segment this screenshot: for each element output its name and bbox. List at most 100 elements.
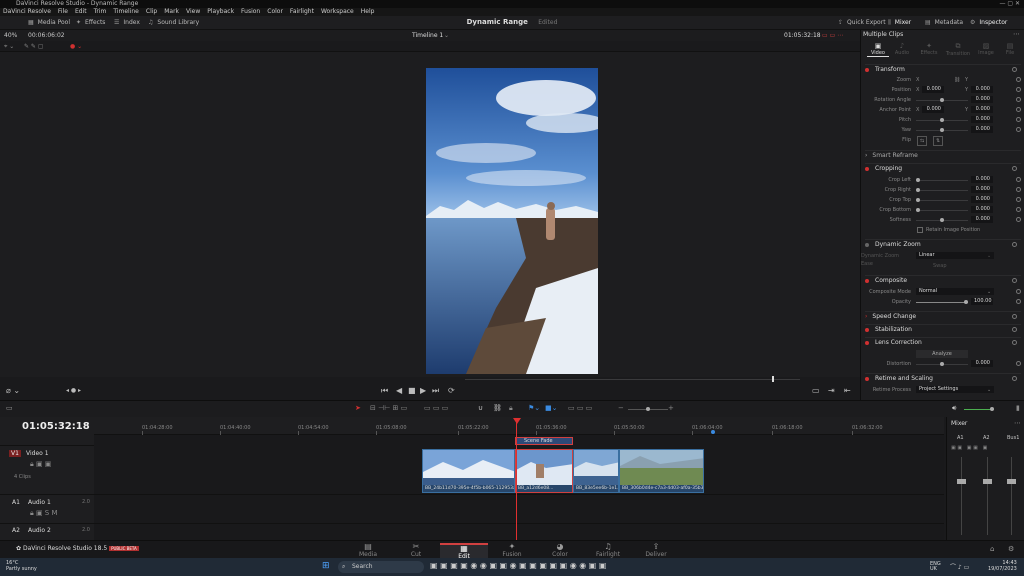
crop-top-field[interactable]: 0.000: [971, 196, 993, 203]
play-button[interactable]: ▶: [420, 383, 426, 399]
a2-tag[interactable]: A2: [12, 527, 20, 534]
menu-item[interactable]: Playback: [207, 8, 234, 15]
record-dot-icon[interactable]: ● ⌄: [70, 41, 82, 52]
slider-knob[interactable]: [916, 178, 920, 182]
reset-icon[interactable]: [1016, 217, 1021, 222]
link-icon[interactable]: ⛓: [493, 404, 502, 412]
timeline-tracks[interactable]: Scene Fade BB_24b11d70-395e-4f5b-b065-11…: [94, 417, 944, 540]
slider-knob[interactable]: [940, 128, 944, 132]
crop-top-slider[interactable]: [916, 198, 968, 202]
dz-swap-button[interactable]: Swap: [933, 262, 947, 270]
reset-icon[interactable]: [1012, 166, 1017, 171]
reset-icon[interactable]: [1016, 197, 1021, 202]
reverse-button[interactable]: ◀: [396, 383, 402, 399]
reset-icon[interactable]: [1012, 376, 1017, 381]
metadata-button[interactable]: ▤ Metadata: [925, 19, 963, 27]
crop-bottom-slider[interactable]: [916, 208, 968, 212]
reset-icon[interactable]: [1016, 187, 1021, 192]
title-clip[interactable]: Scene Fade: [515, 437, 573, 445]
menu-item[interactable]: Color: [267, 8, 283, 15]
mixer-buttons[interactable]: ▣ ▣ ▣ ▣ ▣: [951, 445, 1021, 453]
playhead-handle[interactable]: [513, 418, 521, 424]
lens-correction-section[interactable]: Lens Correction: [865, 337, 1021, 348]
softness-slider[interactable]: [916, 218, 968, 222]
volume-icon[interactable]: 🔊︎: [952, 404, 956, 413]
match-frame-icon[interactable]: ▭: [812, 383, 820, 399]
tab-file[interactable]: ▤ File: [999, 42, 1021, 56]
transform-section[interactable]: Transform: [865, 64, 1021, 75]
taskbar-search[interactable]: ⌕ Search: [338, 561, 424, 573]
scrub-bar[interactable]: [465, 379, 800, 380]
distortion-field[interactable]: 0.000: [971, 360, 993, 367]
anchor-x-field[interactable]: 0.000: [922, 106, 944, 113]
slider-knob[interactable]: [940, 218, 944, 222]
menu-item[interactable]: DaVinci Resolve: [3, 8, 51, 15]
taskbar-app-icons[interactable]: ▣ ▣ ▣ ▣ ◉ ◉ ▣ ▣ ◉ ▣ ▣ ▣ ▣ ▣ ◉ ◉ ▣ ▣: [430, 561, 606, 570]
audio-scrub-icon[interactable]: ⌀ ⌄: [6, 383, 20, 399]
system-tray-icons[interactable]: ⌒ ♪ ▭: [950, 562, 969, 571]
slider-knob[interactable]: [646, 407, 650, 411]
stabilization-section[interactable]: Stabilization: [865, 324, 1021, 335]
yaw-field[interactable]: 0.000: [971, 126, 993, 133]
menu-item[interactable]: Clip: [146, 8, 157, 15]
distortion-slider[interactable]: [916, 362, 968, 366]
fader-a2[interactable]: [983, 479, 992, 484]
reset-icon[interactable]: [1012, 314, 1017, 319]
flip-horizontal-icon[interactable]: ⇆: [917, 136, 928, 146]
menu-item[interactable]: Fairlight: [290, 8, 314, 15]
chevron-down-icon[interactable]: ⌄: [444, 30, 449, 41]
go-to-end-button[interactable]: ⏭: [432, 383, 439, 399]
track-controls-icons[interactable]: 🔒︎ ▣ S M: [30, 509, 58, 518]
crop-bottom-field[interactable]: 0.000: [971, 206, 993, 213]
go-to-start-button[interactable]: ⏮: [381, 383, 388, 399]
enable-dot-icon[interactable]: [865, 327, 869, 332]
reset-icon[interactable]: [1012, 278, 1017, 283]
analyze-button[interactable]: Analyze: [916, 350, 968, 358]
volume-slider[interactable]: [964, 407, 994, 411]
menu-item[interactable]: Trim: [94, 8, 107, 15]
enable-dot-icon[interactable]: [865, 67, 869, 72]
zoom-out-icon[interactable]: −: [618, 404, 624, 412]
page-media[interactable]: ▤ Media: [344, 543, 392, 559]
stop-button[interactable]: ■: [408, 383, 416, 399]
reset-icon[interactable]: [1016, 289, 1021, 294]
quick-export-button[interactable]: ⇪ Quick Export: [838, 19, 886, 27]
composite-mode-select[interactable]: Normal: [916, 288, 994, 295]
menu-item[interactable]: Timeline: [113, 8, 139, 15]
page-cut[interactable]: ✂ Cut: [392, 543, 440, 559]
video-clip[interactable]: BB_24b11d70-395e-4f5b-b065-112953a8...: [422, 449, 515, 493]
more-options-icon[interactable]: ⋯: [1014, 419, 1021, 427]
playhead[interactable]: [516, 419, 517, 540]
audio-meter-icon[interactable]: ▮: [1016, 404, 1020, 412]
timeline-marker[interactable]: [711, 430, 715, 434]
layout-icon[interactable]: ▭: [6, 404, 13, 412]
prev-edit-icon[interactable]: ⇤: [844, 383, 851, 399]
next-edit-icon[interactable]: ⇥: [828, 383, 835, 399]
reset-icon[interactable]: [1016, 127, 1021, 132]
viewer-options-icons[interactable]: ▭ ▭ ⋯: [822, 30, 843, 41]
smart-reframe-section[interactable]: › Smart Reframe: [865, 150, 1021, 161]
fader-a1[interactable]: [957, 479, 966, 484]
window-controls[interactable]: — ▢ ✕: [999, 0, 1020, 8]
loop-button[interactable]: ⟳: [448, 383, 455, 399]
menu-item[interactable]: File: [58, 8, 68, 15]
retain-checkbox[interactable]: [917, 227, 923, 233]
retime-section[interactable]: Retime and Scaling: [865, 373, 1021, 384]
cropping-section[interactable]: Cropping: [865, 163, 1021, 174]
windows-start-icon[interactable]: ⊞: [322, 561, 330, 571]
slider-knob[interactable]: [940, 118, 944, 122]
menu-item[interactable]: Edit: [75, 8, 87, 15]
composite-section[interactable]: Composite: [865, 275, 1021, 286]
inspector-button[interactable]: ⚙ Inspector: [970, 19, 1007, 27]
slider-knob[interactable]: [940, 98, 944, 102]
reset-icon[interactable]: [1016, 207, 1021, 212]
tab-transition[interactable]: ⧉ Transition: [943, 42, 973, 57]
transform-tool-icon[interactable]: ⌖ ⌄: [4, 41, 14, 52]
menu-item[interactable]: Help: [361, 8, 375, 15]
zoom-in-icon[interactable]: +: [668, 404, 674, 412]
position-y-field[interactable]: 0.000: [971, 86, 993, 93]
page-fusion[interactable]: ✦ Fusion: [488, 543, 536, 559]
track-a1-header[interactable]: A1 Audio 1 2.0 🔒︎ ▣ S M: [0, 494, 94, 522]
enable-dot-icon[interactable]: [865, 340, 869, 345]
language-indicator[interactable]: ENG UK: [930, 562, 941, 572]
